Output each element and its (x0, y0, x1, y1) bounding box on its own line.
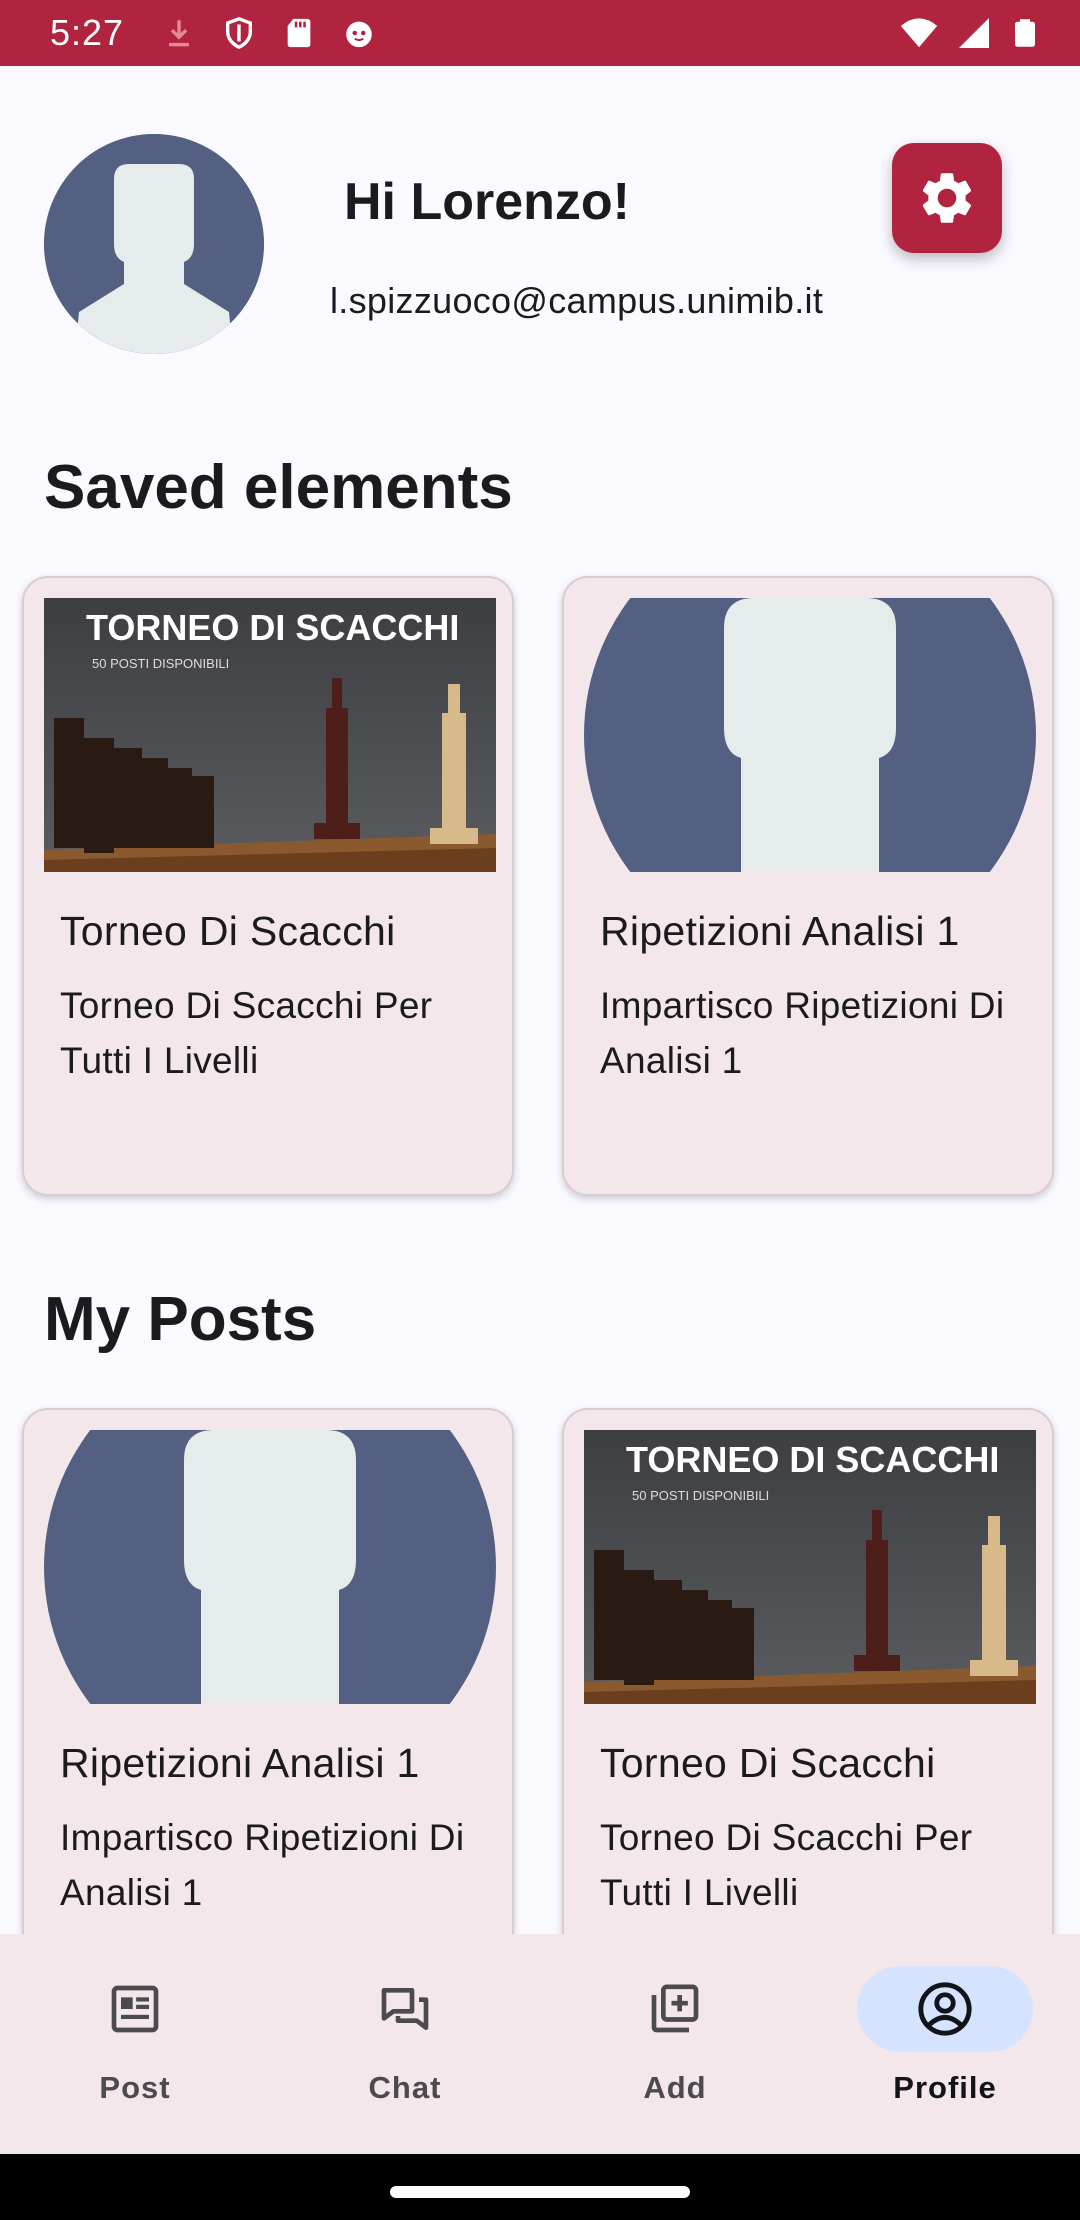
add-library-icon (651, 1984, 699, 2033)
nav-label: Profile (893, 2070, 997, 2105)
chess-image-subheading: 50 POSTI DISPONIBILI (632, 1488, 769, 1503)
nav-label: Post (99, 2070, 171, 2105)
card-description: Torneo Di Scacchi Per Tutti I Livelli (600, 1817, 973, 1913)
nav-label: Chat (368, 2070, 442, 2105)
gear-icon (922, 173, 972, 223)
wifi-icon (900, 18, 938, 48)
default-avatar-icon (44, 134, 264, 354)
download-icon (169, 20, 189, 47)
card-title: Ripetizioni Analisi 1 (60, 1740, 420, 1786)
saved-card-analisi[interactable]: Ripetizioni Analisi 1 Impartisco Ripetiz… (562, 576, 1054, 1196)
settings-button[interactable] (892, 143, 1002, 253)
my-posts-heading: My Posts (44, 1285, 317, 1354)
article-icon (111, 1985, 159, 2033)
chess-tournament-image: TORNEO DI SCACCHI 50 POSTI DISPONIBILI (584, 1430, 1036, 1704)
user-email: l.spizzuoco@campus.unimib.it (330, 280, 824, 321)
account-circle-icon (918, 1982, 972, 2036)
chess-image-subheading: 50 POSTI DISPONIBILI (92, 656, 229, 671)
card-description: Impartisco Ripetizioni Di Analisi 1 (600, 985, 1005, 1081)
status-bar: 5:27 (0, 0, 1080, 66)
bottom-navigation: Post Chat Add Profile (0, 1934, 1080, 2154)
chess-tournament-image: TORNEO DI SCACCHI 50 POSTI DISPONIBILI (44, 598, 496, 872)
nav-item-post[interactable]: Post (0, 1934, 270, 2154)
chess-image-heading: TORNEO DI SCACCHI (86, 607, 459, 648)
card-description: Impartisco Ripetizioni Di Analisi 1 (60, 1817, 465, 1913)
profile-avatar[interactable] (44, 134, 264, 354)
status-system-icons (900, 14, 1040, 52)
chess-image-heading: TORNEO DI SCACCHI (626, 1439, 999, 1480)
battery-icon (1015, 19, 1035, 47)
default-avatar-image (44, 1430, 496, 1704)
default-avatar-image (584, 598, 1036, 872)
status-notification-icons (162, 16, 376, 50)
shield-icon (226, 17, 253, 50)
card-title: Torneo Di Scacchi (600, 1740, 936, 1786)
nav-item-chat[interactable]: Chat (270, 1934, 540, 2154)
cat-icon (346, 21, 372, 48)
card-description: Torneo Di Scacchi Per Tutti I Livelli (60, 985, 433, 1081)
sd-card-icon (287, 18, 311, 48)
nav-label: Add (643, 2070, 707, 2105)
nav-item-profile[interactable]: Profile (810, 1934, 1080, 2154)
home-gesture-handle[interactable] (390, 2186, 690, 2198)
saved-elements-heading: Saved elements (44, 453, 513, 522)
card-title: Torneo Di Scacchi (60, 908, 396, 954)
status-time: 5:27 (50, 12, 125, 53)
cell-signal-icon (959, 18, 989, 48)
nav-item-add[interactable]: Add (540, 1934, 810, 2154)
card-title: Ripetizioni Analisi 1 (600, 908, 960, 954)
saved-card-chess[interactable]: TORNEO DI SCACCHI 50 POSTI DISPONIBILI T… (22, 576, 514, 1196)
greeting-text: Hi Lorenzo! (344, 173, 630, 231)
chat-icon (381, 1988, 429, 2030)
